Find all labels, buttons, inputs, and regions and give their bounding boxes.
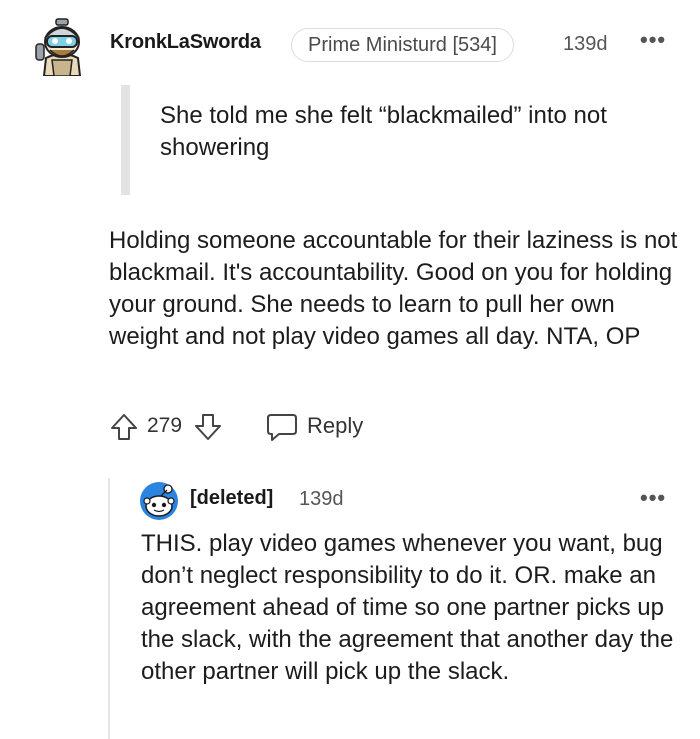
speech-bubble-icon xyxy=(267,414,297,441)
snoo-avatar-icon xyxy=(35,18,82,77)
reply-label[interactable]: Reply xyxy=(307,413,363,439)
reply-avatar[interactable] xyxy=(139,481,179,521)
more-options-icon[interactable]: ••• xyxy=(640,487,666,509)
quote-bar xyxy=(121,85,130,195)
thread-line[interactable] xyxy=(108,478,110,739)
snoo-avatar-icon xyxy=(140,482,178,520)
vote-score: 279 xyxy=(147,414,183,437)
user-avatar[interactable] xyxy=(32,14,92,77)
downvote-button[interactable] xyxy=(193,412,223,447)
reply-button[interactable] xyxy=(265,412,299,442)
arrow-down-icon xyxy=(195,414,221,440)
upvote-button[interactable] xyxy=(109,412,139,447)
user-flair: Prime Ministurd [534] xyxy=(291,28,514,62)
comment-timestamp[interactable]: 139d xyxy=(563,33,608,56)
comment-username[interactable]: KronkLaSworda xyxy=(110,31,261,54)
comment-body: Holding someone accountable for their la… xyxy=(109,227,678,350)
reply-body: THIS. play video games whenever you want… xyxy=(141,530,674,685)
more-options-icon[interactable]: ••• xyxy=(640,29,666,51)
reply-username[interactable]: [deleted] xyxy=(190,487,273,510)
arrow-up-icon xyxy=(111,414,137,440)
quoted-text: She told me she felt “blackmailed” into … xyxy=(160,102,607,161)
reply-timestamp[interactable]: 139d xyxy=(299,488,344,511)
